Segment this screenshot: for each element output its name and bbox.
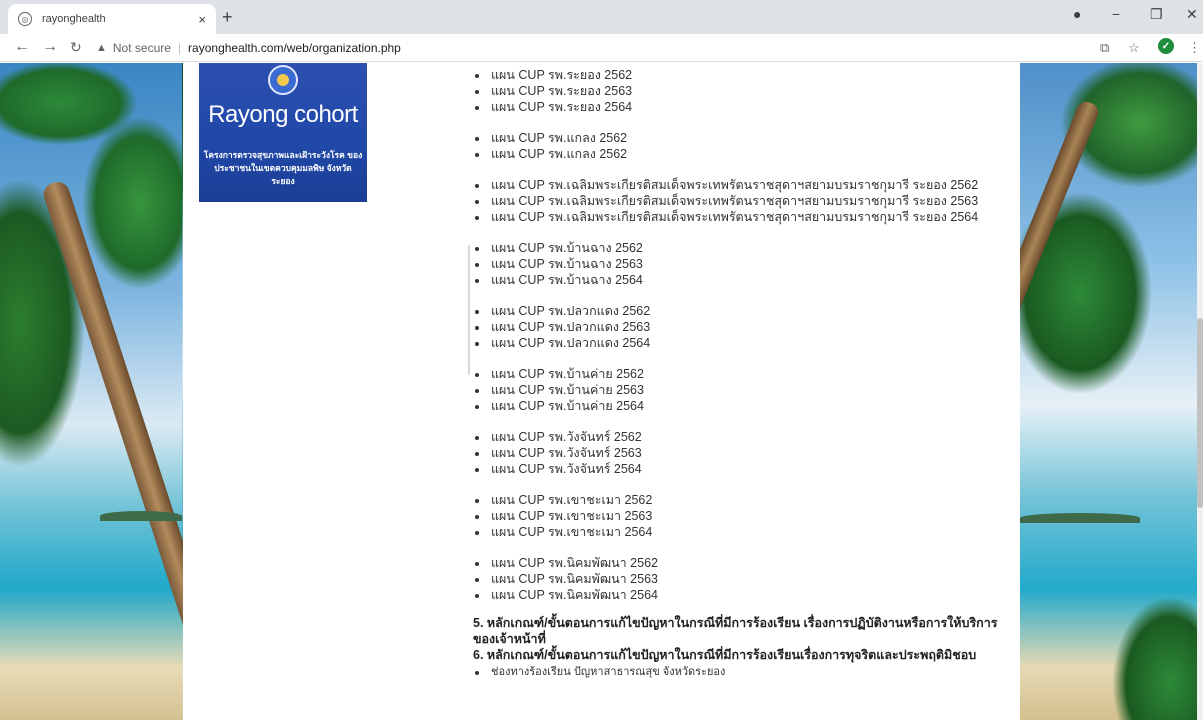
translate-icon[interactable]: ⧉ (1100, 40, 1109, 56)
list-item[interactable]: แผน CUP รพ.เฉลิมพระเกียรติสมเด็จพระเทพรั… (473, 177, 1013, 193)
section-6-heading[interactable]: 6. หลักเกณฑ์/ขั้นตอนการแก้ไขปัญหาในกรณีท… (473, 647, 1008, 663)
scrollbar-thumb[interactable] (1197, 318, 1203, 508)
cup-group-ban-khai: แผน CUP รพ.บ้านค่าย 2562 แผน CUP รพ.บ้าน… (473, 366, 1013, 414)
cup-group-khao-chamao: แผน CUP รพ.เขาชะเมา 2562 แผน CUP รพ.เขาช… (473, 492, 1013, 540)
page-viewport: Rayong cohort โครงการตรวจสุขภาพและเฝ้าระ… (0, 63, 1197, 720)
profile-icon[interactable]: ● (1073, 6, 1081, 22)
omnibox-separator: | (177, 41, 182, 55)
new-tab-button[interactable]: + (222, 8, 233, 26)
list-item[interactable]: แผน CUP รพ.แกลง 2562 (473, 130, 1013, 146)
list-item[interactable]: แผน CUP รพ.ปลวกแดง 2562 (473, 303, 1013, 319)
menu-icon[interactable]: ⋮ (1188, 40, 1201, 56)
cup-group-wang-chan: แผน CUP รพ.วังจันทร์ 2562 แผน CUP รพ.วัง… (473, 429, 1013, 477)
cup-group-nikhom-phatthana: แผน CUP รพ.นิคมพัฒนา 2562 แผน CUP รพ.นิค… (473, 555, 1013, 603)
list-item[interactable]: แผน CUP รพ.วังจันทร์ 2564 (473, 461, 1013, 477)
list-item[interactable]: แผน CUP รพ.เฉลิมพระเกียรติสมเด็จพระเทพรั… (473, 193, 1013, 209)
cup-group-chaloem: แผน CUP รพ.เฉลิมพระเกียรติสมเด็จพระเทพรั… (473, 177, 1013, 225)
list-item[interactable]: แผน CUP รพ.ระยอง 2563 (473, 83, 1013, 99)
cup-group-rayong: แผน CUP รพ.ระยอง 2562 แผน CUP รพ.ระยอง 2… (473, 67, 1013, 115)
background-right-palms (1020, 63, 1197, 720)
list-item[interactable]: แผน CUP รพ.ปลวกแดง 2563 (473, 319, 1013, 335)
list-item[interactable]: แผน CUP รพ.ระยอง 2564 (473, 99, 1013, 115)
forward-icon[interactable]: → (42, 38, 58, 56)
cup-group-klaeng: แผน CUP รพ.แกลง 2562 แผน CUP รพ.แกลง 256… (473, 130, 1013, 162)
content-column: Rayong cohort โครงการตรวจสุขภาพและเฝ้าระ… (183, 63, 1020, 720)
url-text[interactable]: rayonghealth.com/web/organization.php (188, 41, 401, 55)
list-item[interactable]: แผน CUP รพ.แกลง 2562 (473, 146, 1013, 162)
complaint-channel-link[interactable]: ช่องทางร้องเรียน ปัญหาสาธารณสุข จังหวัดร… (473, 665, 1013, 680)
list-item[interactable]: แผน CUP รพ.ปลวกแดง 2564 (473, 335, 1013, 351)
banner-subtitle: โครงการตรวจสุขภาพและเฝ้าระวังโรค ของประช… (203, 150, 363, 186)
cup-group-pluak-daeng: แผน CUP รพ.ปลวกแดง 2562 แผน CUP รพ.ปลวกแ… (473, 303, 1013, 351)
list-item[interactable]: แผน CUP รพ.นิคมพัฒนา 2564 (473, 587, 1013, 603)
ministry-logo-icon (268, 65, 298, 95)
reload-icon[interactable]: ↻ (70, 39, 82, 56)
list-item[interactable]: แผน CUP รพ.เฉลิมพระเกียรติสมเด็จพระเทพรั… (473, 209, 1013, 225)
restore-icon[interactable]: ❐ (1150, 6, 1163, 23)
list-item[interactable]: แผน CUP รพ.เขาชะเมา 2564 (473, 524, 1013, 540)
vertical-divider (468, 245, 470, 375)
list-item[interactable]: แผน CUP รพ.บ้านฉาง 2562 (473, 240, 1013, 256)
list-item[interactable]: แผน CUP รพ.ระยอง 2562 (473, 67, 1013, 83)
star-icon[interactable]: ☆ (1128, 40, 1140, 56)
list-item[interactable]: แผน CUP รพ.บ้านฉาง 2563 (473, 256, 1013, 272)
tab-title: rayonghealth (42, 13, 106, 25)
globe-icon: ◎ (18, 12, 32, 26)
tab-rayonghealth[interactable]: ◎ rayonghealth × (8, 4, 216, 34)
list-item[interactable]: แผน CUP รพ.บ้านค่าย 2564 (473, 398, 1013, 414)
warning-icon: ▲ (96, 42, 107, 54)
list-item[interactable]: แผน CUP รพ.บ้านค่าย 2563 (473, 382, 1013, 398)
list-item[interactable]: แผน CUP รพ.เขาชะเมา 2563 (473, 508, 1013, 524)
address-bar[interactable]: ▲ Not secure | rayonghealth.com/web/orga… (96, 36, 1086, 60)
section-5-heading[interactable]: 5. หลักเกณฑ์/ขั้นตอนการแก้ไขปัญหาในกรณีท… (473, 615, 1008, 647)
tab-close-icon[interactable]: × (198, 12, 206, 27)
background-left-palms (0, 63, 182, 720)
cup-group-ban-chang: แผน CUP รพ.บ้านฉาง 2562 แผน CUP รพ.บ้านฉ… (473, 240, 1013, 288)
list-item[interactable]: แผน CUP รพ.วังจันทร์ 2562 (473, 429, 1013, 445)
list-item[interactable]: แผน CUP รพ.เขาชะเมา 2562 (473, 492, 1013, 508)
island-left (100, 511, 182, 521)
back-icon[interactable]: ← (14, 38, 30, 56)
island-right (1020, 513, 1140, 523)
minimize-icon[interactable]: − (1112, 6, 1120, 22)
close-window-icon[interactable]: ✕ (1186, 6, 1198, 23)
cup-plan-list: แผน CUP รพ.ระยอง 2562 แผน CUP รพ.ระยอง 2… (473, 63, 1013, 680)
list-item[interactable]: แผน CUP รพ.บ้านค่าย 2562 (473, 366, 1013, 382)
not-secure-label: Not secure (112, 41, 171, 55)
list-item[interactable]: แผน CUP รพ.บ้านฉาง 2564 (473, 272, 1013, 288)
list-item[interactable]: แผน CUP รพ.วังจันทร์ 2563 (473, 445, 1013, 461)
list-item[interactable]: แผน CUP รพ.นิคมพัฒนา 2562 (473, 555, 1013, 571)
list-item[interactable]: แผน CUP รพ.นิคมพัฒนา 2563 (473, 571, 1013, 587)
banner-title: Rayong cohort (208, 101, 358, 128)
extension-icon[interactable]: ✓ (1158, 38, 1174, 54)
tab-bar: ◎ rayonghealth × + ● − ❐ ✕ (0, 0, 1203, 34)
rayong-cohort-banner[interactable]: Rayong cohort โครงการตรวจสุขภาพและเฝ้าระ… (199, 63, 367, 202)
browser-toolbar: ← → ↻ ▲ Not secure | rayonghealth.com/we… (0, 34, 1203, 62)
